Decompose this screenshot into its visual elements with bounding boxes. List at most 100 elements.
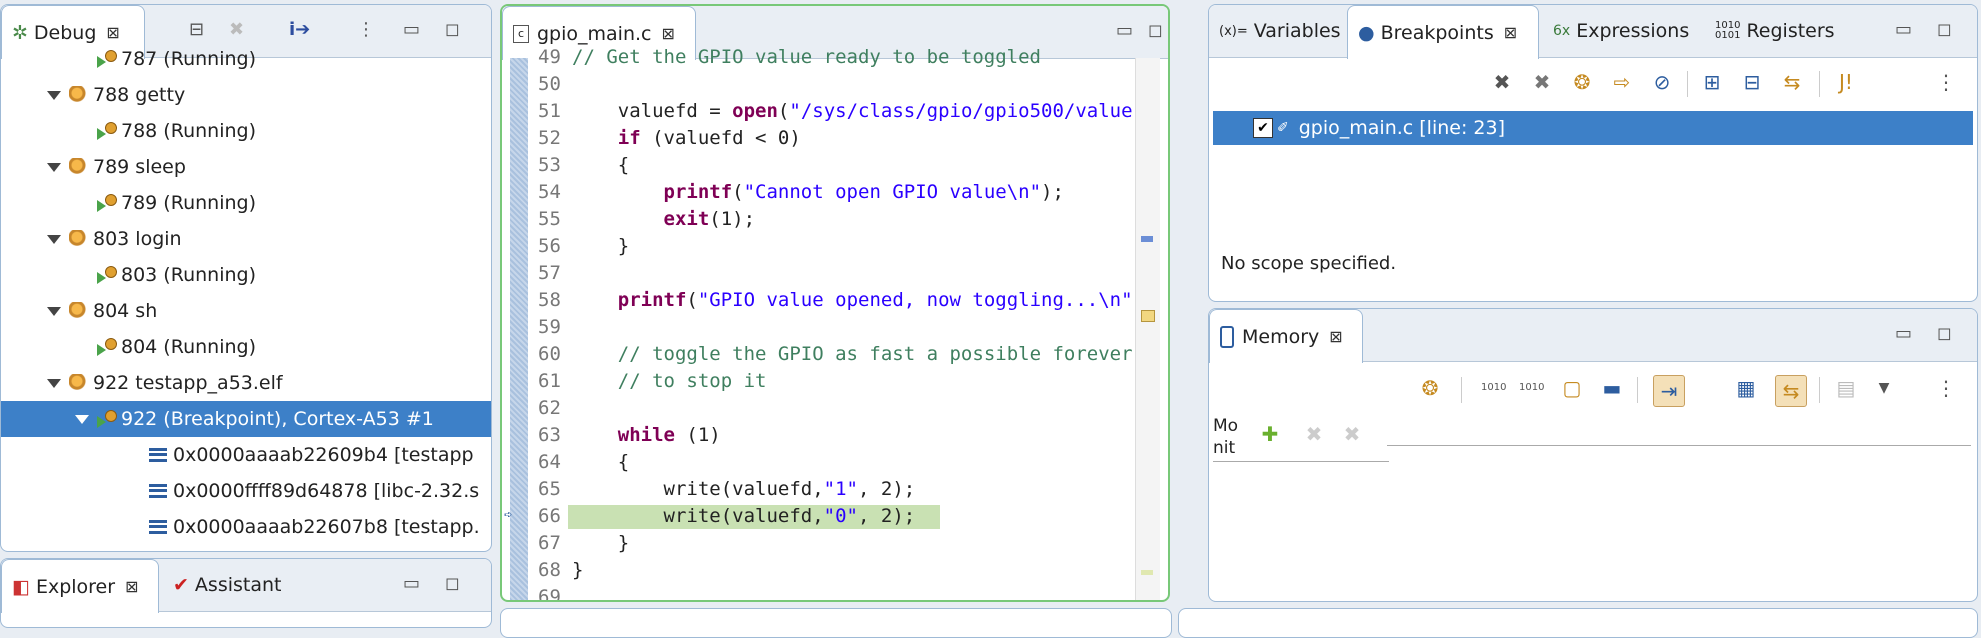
tab-memory[interactable]: Memory ⊠ (1209, 309, 1363, 363)
collapse-all-icon[interactable]: ⊟ (1741, 71, 1763, 93)
overview-marker[interactable] (1141, 570, 1153, 575)
debug-tree-item[interactable]: 789 sleep (1, 149, 491, 185)
overview-marker[interactable] (1141, 310, 1155, 322)
link-with-debug-view-icon[interactable]: ⇆ (1781, 71, 1803, 93)
stack-frame-icon (149, 520, 167, 534)
minimize-icon[interactable]: ▭ (1895, 323, 1912, 344)
code-line[interactable]: } (572, 559, 583, 581)
minimize-icon[interactable]: ▭ (403, 573, 420, 594)
show-breakpoints-supported-icon[interactable]: ❂ (1571, 71, 1593, 93)
skip-breakpoints-icon[interactable]: ⊘ (1651, 71, 1673, 93)
toggle-split-pane-icon[interactable]: ⇥ (1653, 375, 1685, 407)
code-line[interactable]: { (572, 451, 629, 473)
add-monitor-icon[interactable]: ✚ (1259, 423, 1281, 445)
expand-all-icon[interactable]: ⊞ (1701, 71, 1723, 93)
code-line[interactable]: // to stop it (572, 370, 767, 392)
new-tab-icon[interactable]: ▢ (1561, 377, 1583, 399)
tab-breakpoints[interactable]: ● Breakpoints ⊠ (1347, 5, 1539, 59)
debug-tree-item[interactable]: 804 (Running) (1, 329, 491, 365)
debug-tree-item[interactable]: 0x0000aaaab22609b4 [testapp (1, 437, 491, 473)
close-icon[interactable]: ⊠ (661, 24, 674, 43)
close-icon[interactable]: ⊠ (125, 577, 138, 596)
maximize-icon[interactable]: ◻ (445, 19, 460, 40)
minimize-icon[interactable]: ▭ (403, 19, 420, 40)
close-icon[interactable]: ⊠ (106, 23, 119, 42)
debug-tree-item[interactable]: 788 getty (1, 77, 491, 113)
code-line[interactable]: { (572, 154, 629, 176)
breakpoint-item[interactable]: ✔ ✐ gpio_main.c [line: 23] (1213, 111, 1973, 145)
debug-tree-item[interactable]: 0x0000aaaab22607b8 [testapp. (1, 509, 491, 545)
expand-toggle-icon[interactable] (47, 306, 61, 316)
debug-tree-item-label: 803 (Running) (121, 264, 256, 286)
debug-tree-item[interactable]: 788 (Running) (1, 113, 491, 149)
view-menu-icon[interactable]: ⋮ (1935, 71, 1957, 93)
tab-variables[interactable]: (x)= Variables (1209, 5, 1351, 57)
code-line[interactable]: exit(1); (572, 208, 756, 230)
remove-all-monitors-icon[interactable]: ✖ (1341, 423, 1363, 445)
maximize-icon[interactable]: ◻ (1937, 323, 1952, 344)
code-editor[interactable]: 49 // Get the GPIO value ready to be togg… (504, 46, 1133, 600)
collapse-all-icon[interactable]: ⊟ (189, 19, 204, 40)
view-menu-icon[interactable]: ⋮ (357, 19, 375, 40)
remove-monitor-icon[interactable]: ✖ (1303, 423, 1325, 445)
debug-tree-item[interactable]: 804 sh (1, 293, 491, 329)
maximize-icon[interactable]: ◻ (445, 573, 460, 594)
tab-registers[interactable]: 1010 0101 Registers (1705, 5, 1845, 57)
lower-center-view (500, 608, 1172, 638)
code-line[interactable]: while (1) (572, 424, 721, 446)
view-menu-icon[interactable]: ⋮ (1935, 377, 1957, 399)
code-line[interactable]: if (valuefd < 0) (572, 127, 801, 149)
overview-marker[interactable] (1141, 236, 1153, 242)
code-line[interactable]: printf("Cannot open GPIO value\n"); (572, 181, 1064, 203)
tab-assistant[interactable]: ✔ Assistant (163, 559, 291, 611)
debug-tree-item[interactable]: 922 (Breakpoint), Cortex-A53 #1 (1, 401, 491, 437)
minimize-icon[interactable]: ▭ (1116, 20, 1133, 41)
code-line[interactable]: } (572, 235, 629, 257)
remove-terminated-icon[interactable]: ✖ (229, 19, 244, 40)
add-java-exception-icon[interactable]: J! (1835, 71, 1857, 93)
breakpoint-checkbox[interactable]: ✔ (1253, 118, 1273, 138)
link-memory-icon[interactable]: ▬ (1601, 377, 1623, 399)
maximize-icon[interactable]: ◻ (1148, 20, 1163, 41)
import-icon[interactable]: 1010 (1481, 377, 1506, 399)
code-line[interactable]: } (572, 532, 629, 554)
code-line[interactable]: printf("GPIO value opened, now toggling.… (572, 289, 1133, 311)
chevron-down-icon[interactable]: ▼ (1873, 377, 1895, 399)
memory-tabbar: Memory ⊠ ▭ ◻ (1209, 309, 1977, 363)
remove-breakpoint-icon[interactable]: ✖ (1491, 71, 1513, 93)
tab-expressions[interactable]: 6x Expressions (1543, 5, 1699, 57)
tab-breakpoints-label: Breakpoints (1380, 21, 1494, 44)
breakpoint-item-label: gpio_main.c [line: 23] (1298, 117, 1505, 139)
debug-tree-item[interactable]: 803 (Running) (1, 257, 491, 293)
debug-tree-item[interactable]: 922 testapp_a53.elf (1, 365, 491, 401)
debug-tree-item[interactable]: 803 login (1, 221, 491, 257)
tab-explorer[interactable]: ◧ Explorer ⊠ (1, 559, 159, 613)
instruction-stepping-icon[interactable]: i➔ (289, 19, 310, 40)
export-icon[interactable]: 1010 (1519, 377, 1544, 399)
expand-toggle-icon[interactable] (75, 414, 89, 424)
find-replace-icon[interactable]: ❂ (1419, 377, 1441, 399)
new-rendering-icon[interactable]: ▤ (1835, 377, 1857, 399)
maximize-icon[interactable]: ◻ (1937, 19, 1952, 40)
code-line[interactable]: write(valuefd,"0", 2); (572, 505, 916, 527)
expand-toggle-icon[interactable] (47, 162, 61, 172)
remove-all-breakpoints-icon[interactable]: ✖ (1531, 71, 1553, 93)
code-line[interactable]: valuefd = open("/sys/class/gpio/gpio500/… (572, 100, 1133, 122)
close-icon[interactable]: ⊠ (1329, 327, 1342, 346)
minimize-icon[interactable]: ▭ (1895, 19, 1912, 40)
toggle-memory-monitors-icon[interactable]: ▦ (1735, 377, 1757, 399)
expand-toggle-icon[interactable] (47, 234, 61, 244)
close-icon[interactable]: ⊠ (1504, 23, 1517, 42)
debug-tree-item[interactable]: 789 (Running) (1, 185, 491, 221)
link-with-debug-icon[interactable]: ⇆ (1775, 375, 1807, 407)
expand-toggle-icon[interactable] (47, 90, 61, 100)
code-line[interactable]: // toggle the GPIO as fast a possible fo… (572, 343, 1133, 365)
debug-tree-item[interactable]: 787 (Running) (1, 41, 491, 77)
overview-ruler[interactable] (1135, 58, 1160, 600)
expand-toggle-icon[interactable] (47, 378, 61, 388)
goto-file-icon[interactable]: ⇨ (1611, 71, 1633, 93)
code-line[interactable]: write(valuefd,"1", 2); (572, 478, 916, 500)
explorer-icon: ◧ (12, 575, 30, 598)
code-line[interactable]: // Get the GPIO value ready to be toggle… (572, 46, 1041, 68)
debug-tree-item[interactable]: 0x0000ffff89d64878 [libc-2.32.s (1, 473, 491, 509)
